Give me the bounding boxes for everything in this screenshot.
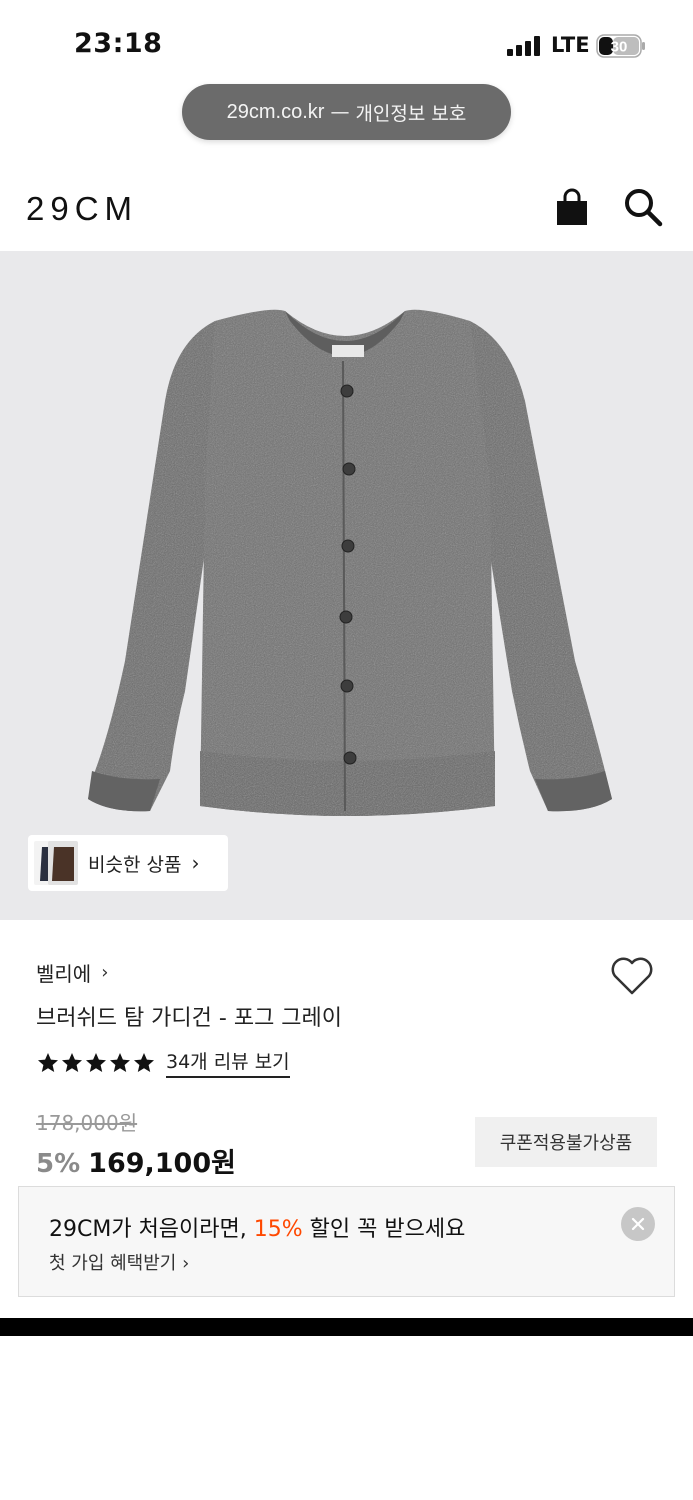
chevron-right-icon: › — [101, 962, 109, 983]
site-header: 29CM — [0, 160, 693, 250]
similar-products-button[interactable]: 비슷한 상품 › — [28, 835, 228, 891]
discount-rate: 5% — [36, 1149, 81, 1179]
star-icon — [86, 1052, 106, 1072]
product-name: 브러쉬드 탐 가디건 - 포그 그레이 — [36, 1006, 343, 1031]
bottom-divider — [0, 1318, 693, 1336]
status-bar: 23:18 LTE 30 — [0, 0, 693, 80]
promo-discount: 15% — [253, 1217, 303, 1242]
battery-level: 30 — [611, 39, 628, 56]
coupon-badge: 쿠폰적용불가상품 — [475, 1117, 657, 1167]
price-row: 5% 169,100원 — [36, 1141, 236, 1180]
battery-icon: 30 — [596, 34, 645, 58]
sale-price: 169,100원 — [88, 1148, 236, 1179]
heart-icon[interactable] — [609, 955, 655, 997]
chevron-right-icon: › — [191, 851, 200, 875]
signup-promo-banner[interactable]: 29CM가 처음이라면, 15% 할인 꼭 받으세요 첫 가입 혜택받기 › — [18, 1186, 675, 1297]
similar-products-label: 비슷한 상품 — [88, 853, 182, 876]
original-price: 178,000원 — [36, 1111, 138, 1135]
status-time: 23:18 — [74, 28, 163, 59]
promo-subtitle: 첫 가입 혜택받기 — [49, 1253, 177, 1274]
similar-thumbnail-brown — [48, 841, 78, 885]
product-image[interactable]: 비슷한 상품 › — [0, 251, 693, 920]
star-icon — [110, 1052, 130, 1072]
star-icon — [38, 1052, 58, 1072]
rating-row: 34개 리뷰 보기 — [36, 1047, 290, 1078]
promo-title-text: 29CM가 처음이라면, — [49, 1217, 254, 1242]
promo-title: 29CM가 처음이라면, 15% 할인 꼭 받으세요 — [49, 1211, 465, 1243]
star-icon — [62, 1052, 82, 1072]
brand-name: 벨리에 — [36, 962, 92, 986]
brand-link[interactable]: 벨리에 › — [36, 958, 108, 987]
rating-stars — [36, 1051, 156, 1075]
signal-icon — [507, 36, 540, 56]
review-link[interactable]: 34개 리뷰 보기 — [166, 1047, 290, 1078]
address-host: 29cm.co.kr — [226, 100, 325, 123]
chevron-right-icon: › — [182, 1253, 190, 1274]
promo-signup-link[interactable]: 첫 가입 혜택받기 › — [49, 1249, 189, 1275]
cardigan-image — [88, 309, 612, 816]
promo-title-text-end: 할인 꼭 받으세요 — [302, 1217, 466, 1242]
site-logo[interactable]: 29CM — [26, 190, 138, 228]
star-icon — [134, 1052, 154, 1072]
similar-thumbnails — [28, 835, 78, 891]
close-icon — [631, 1217, 645, 1231]
close-button[interactable] — [621, 1207, 655, 1241]
privacy-label: 개인정보 보호 — [355, 102, 467, 125]
address-bar[interactable]: 29cm.co.kr — 개인정보 보호 — [182, 84, 511, 140]
network-type: LTE — [551, 33, 590, 57]
address-separator: — — [330, 101, 350, 123]
search-icon[interactable] — [622, 186, 664, 228]
shopping-bag-icon[interactable] — [552, 188, 592, 228]
